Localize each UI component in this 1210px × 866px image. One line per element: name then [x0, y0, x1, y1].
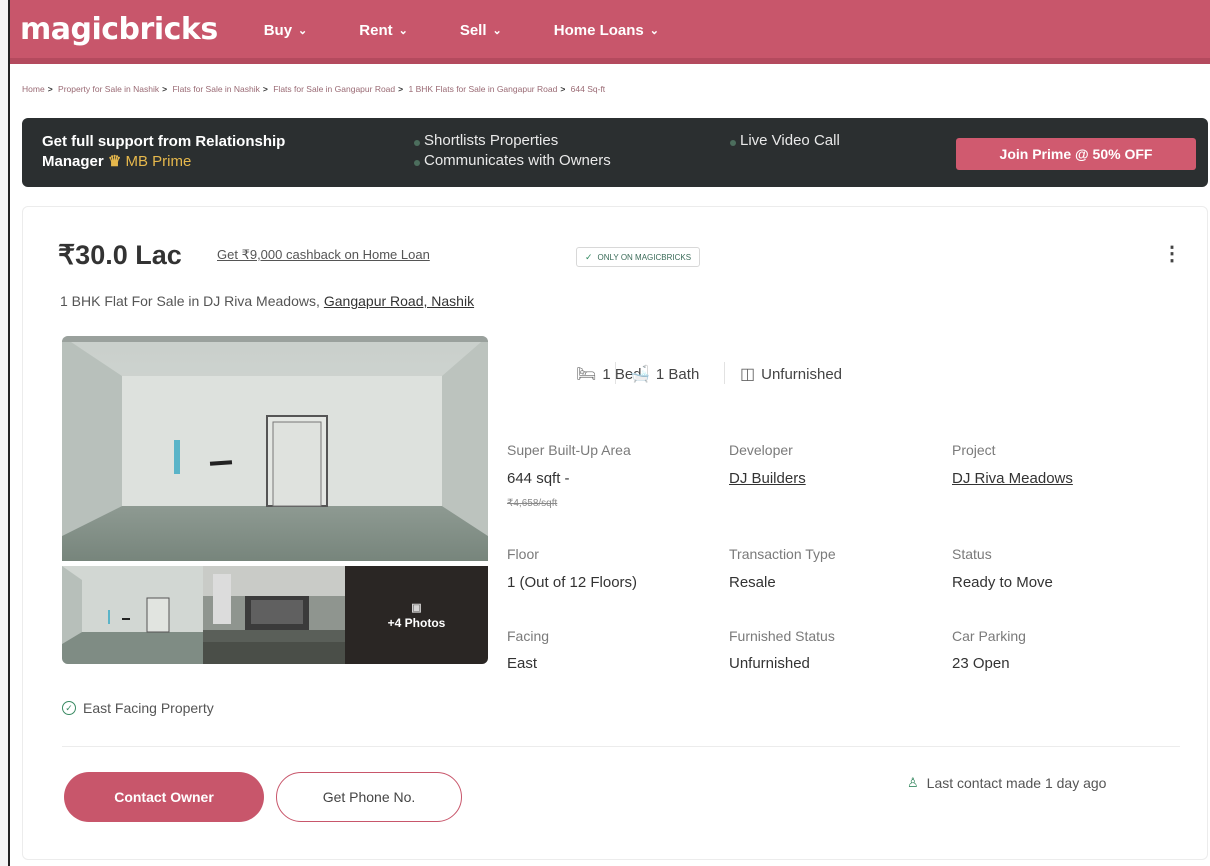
bed-icon: 🛏 [576, 366, 597, 383]
badge-label: ONLY ON MAGICBRICKS [597, 252, 692, 262]
breadcrumb-flats-nashik[interactable]: Flats for Sale in Nashik [172, 84, 259, 94]
feature-bullet-icon [414, 140, 420, 146]
more-photos-tile[interactable]: ▣ +4 Photos [345, 566, 488, 664]
logo[interactable]: magicbricks [20, 12, 218, 47]
furnishing-info: ◫ Unfurnished [740, 364, 842, 384]
feature-communicates: Communicates with Owners [424, 152, 611, 169]
nav-buy-label: Buy [263, 21, 293, 39]
feature-bullet-icon [730, 140, 736, 146]
prime-banner: Get full support from Relationship Manag… [22, 118, 1208, 187]
thumbnail-2[interactable] [203, 566, 346, 664]
page: magicbricks Buy ⌄ Rent ⌄ Sell ⌄ Home Loans ⌄… [8, 0, 1210, 866]
east-facing-highlight: ✓ East Facing Property [62, 700, 214, 716]
furnishing-label: Unfurnished [761, 365, 843, 383]
transaction-value: Resale [729, 574, 776, 591]
floor-label: Floor [507, 546, 539, 562]
contact-owner-button[interactable]: Contact Owner [64, 772, 264, 822]
hall-photo-thumb [203, 566, 346, 664]
project-link[interactable]: DJ Riva Meadows [952, 470, 1073, 487]
more-photos-overlay: ▣ +4 Photos [345, 566, 488, 664]
amenity-divider [615, 362, 616, 384]
breadcrumb-flats-gangapur[interactable]: Flats for Sale in Gangapur Road [273, 84, 395, 94]
price-per-sqft: ₹4,658/sqft [507, 498, 558, 509]
nav-buy[interactable]: Buy ⌄ [264, 22, 308, 39]
breadcrumb-separator: > [262, 84, 268, 94]
developer-label: Developer [729, 442, 793, 458]
mb-prime-label: MB Prime [125, 153, 192, 170]
breadcrumb-separator: > [560, 84, 566, 94]
camera-icon: ▣ [411, 601, 422, 614]
room-photo-thumb [62, 566, 205, 664]
more-photos-label: +4 Photos [387, 615, 446, 630]
top-navbar: magicbricks Buy ⌄ Rent ⌄ Sell ⌄ Home Loans ⌄ [10, 0, 1210, 64]
prime-lead-line2: Manager [42, 153, 104, 170]
highlight-label: East Facing Property [83, 700, 214, 716]
user-icon: ♙ [907, 775, 919, 790]
amenity-divider [724, 362, 725, 384]
baths-info: 🛁 1 Bath [630, 364, 699, 384]
feature-shortlists: Shortlists Properties [424, 132, 559, 149]
more-options-icon[interactable]: ⋮ [1162, 244, 1182, 264]
nav-home-loans-label: Home Loans [553, 21, 644, 39]
prime-lead-text: Get full support from Relationship Manag… [42, 132, 285, 172]
last-contact-text: Last contact made 1 day ago [926, 775, 1107, 791]
nav-home-loans[interactable]: Home Loans ⌄ [554, 22, 659, 39]
check-circle-icon: ✓ [62, 701, 76, 715]
breadcrumb-separator: > [398, 84, 404, 94]
breadcrumb-property-nashik[interactable]: Property for Sale in Nashik [58, 84, 159, 94]
prime-lead-line1: Get full support from Relationship [42, 133, 286, 150]
transaction-label: Transaction Type [729, 546, 836, 562]
thumbnail-1[interactable] [62, 566, 205, 664]
nav-sell[interactable]: Sell ⌄ [460, 22, 502, 39]
listing-price: ₹30.0 Lac [58, 240, 182, 270]
bath-icon: 🛁 [630, 366, 650, 383]
status-value: Ready to Move [952, 574, 1053, 591]
get-phone-button[interactable]: Get Phone No. [276, 772, 462, 822]
breadcrumb: Home > Property for Sale in Nashik > Flats… [22, 84, 605, 94]
project-label: Project [952, 442, 996, 458]
facing-label: Facing [507, 628, 550, 644]
developer-link[interactable]: DJ Builders [729, 470, 806, 487]
area-value: 644 sqft - [507, 470, 570, 487]
breadcrumb-separator: > [162, 84, 168, 94]
car-parking-label: Car Parking [952, 628, 1026, 644]
chevron-down-icon: ⌄ [492, 24, 502, 37]
last-contact-info: ♙ Last contact made 1 day ago [907, 775, 1106, 791]
nav-rent-label: Rent [359, 21, 393, 39]
location-link[interactable]: Gangapur Road, Nashik [324, 293, 474, 309]
breadcrumb-current: 644 Sq-ft [570, 84, 606, 94]
only-on-magicbricks-badge: ✓ ONLY ON MAGICBRICKS [576, 247, 701, 267]
card-divider [62, 746, 1180, 747]
baths-label: 1 Bath [655, 365, 700, 383]
chevron-down-icon: ⌄ [649, 24, 659, 37]
chevron-down-icon: ⌄ [298, 24, 308, 37]
area-label: Super Built-Up Area [507, 442, 631, 458]
check-icon: ✓ [585, 251, 593, 262]
listing-title-text: 1 BHK Flat For Sale in DJ Riva Meadows, [60, 293, 320, 309]
wardrobe-icon: ◫ [740, 366, 756, 383]
furnished-status-value: Unfurnished [729, 655, 810, 672]
nav-sell-label: Sell [459, 21, 487, 39]
furnished-status-label: Furnished Status [729, 628, 835, 644]
facing-value: East [507, 655, 538, 672]
cashback-link[interactable]: Get ₹9,000 cashback on Home Loan [217, 247, 430, 263]
listing-title: 1 BHK Flat For Sale in DJ Riva Meadows, G… [60, 293, 474, 309]
room-photo [62, 336, 488, 561]
feature-bullet-icon [414, 160, 420, 166]
main-nav: Buy ⌄ Rent ⌄ Sell ⌄ Home Loans ⌄ [264, 22, 711, 39]
breadcrumb-home[interactable]: Home [22, 84, 45, 94]
floor-value: 1 (Out of 12 Floors) [507, 574, 638, 591]
main-property-image[interactable] [62, 336, 488, 561]
car-parking-value: 23 Open [952, 655, 1010, 672]
crown-icon: ♛ [107, 153, 122, 170]
breadcrumb-1bhk-gangapur[interactable]: 1 BHK Flats for Sale in Gangapur Road [408, 84, 557, 94]
breadcrumb-separator: > [47, 84, 53, 94]
nav-rent[interactable]: Rent ⌄ [359, 22, 408, 39]
status-label: Status [952, 546, 992, 562]
chevron-down-icon: ⌄ [398, 24, 408, 37]
feature-live-video: Live Video Call [740, 132, 840, 149]
join-prime-button[interactable]: Join Prime @ 50% OFF [956, 138, 1196, 170]
